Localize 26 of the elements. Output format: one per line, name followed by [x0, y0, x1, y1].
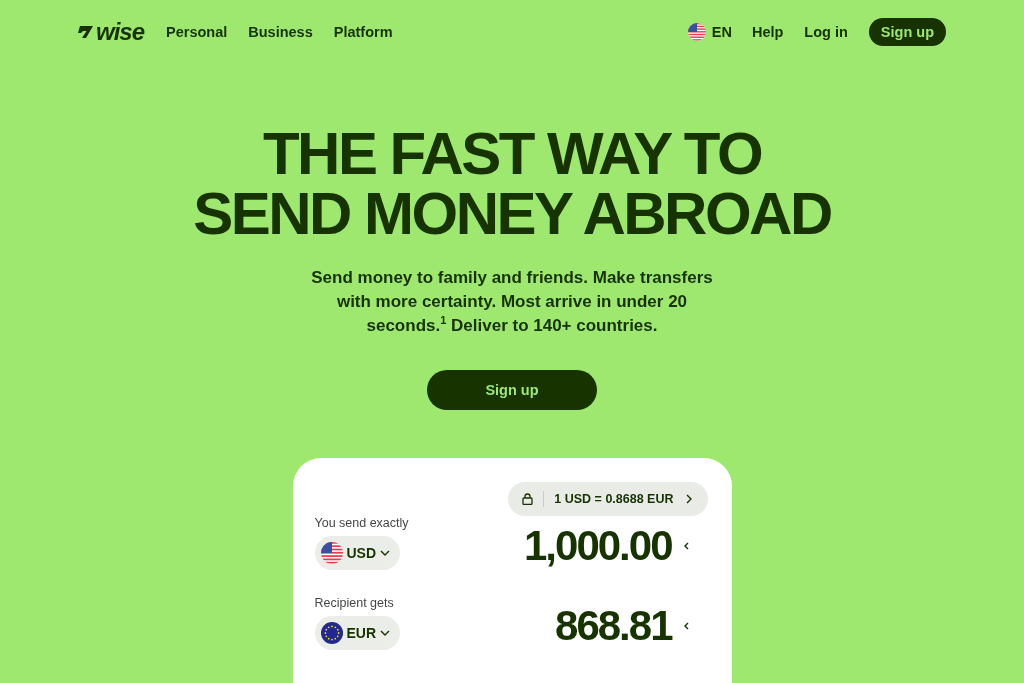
- hero-title: THE FAST WAY TO: [261, 124, 763, 184]
- us-flag-icon: [687, 23, 706, 41]
- logo-text[interactable]: wise: [96, 18, 145, 46]
- signup-button[interactable]: Sign up: [868, 18, 946, 46]
- hero-subtitle: Send money to family and friends. Make transfers with more certainty. Most arrive in under 20 seconds.$^{1}$ Deliver to 140+ countries.: [310, 267, 714, 337]
- language-link[interactable]: EN: [711, 24, 732, 40]
- signup-button[interactable]: Sign up: [427, 370, 597, 410]
- hero-title: SEND MONEY ABROAD: [193, 184, 831, 244]
- us-flag-icon: [320, 542, 343, 564]
- currency-selector[interactable]: USD: [314, 536, 401, 570]
- rate-button[interactable]: 1 USD = 0.8688 EUR: [508, 482, 708, 516]
- logo-icon: [78, 25, 94, 39]
- chevron-down-icon: [380, 628, 391, 638]
- lock-icon: [522, 493, 534, 505]
- amount-input[interactable]: 1,000.00: [524, 522, 672, 570]
- field-label: Recipient gets: [314, 596, 395, 610]
- help-link[interactable]: Help: [751, 24, 784, 40]
- chevron-down-icon: [380, 548, 391, 558]
- nav-link[interactable]: Personal: [166, 24, 228, 40]
- nav-link[interactable]: Business: [248, 24, 313, 40]
- amount-input[interactable]: 868.81: [555, 602, 672, 650]
- login-link[interactable]: Log in: [804, 24, 848, 40]
- eu-flag-icon: [320, 622, 343, 644]
- nav-link[interactable]: Platform: [333, 24, 393, 40]
- field-label: You send exactly: [314, 516, 409, 530]
- currency-selector[interactable]: EUR: [314, 616, 401, 650]
